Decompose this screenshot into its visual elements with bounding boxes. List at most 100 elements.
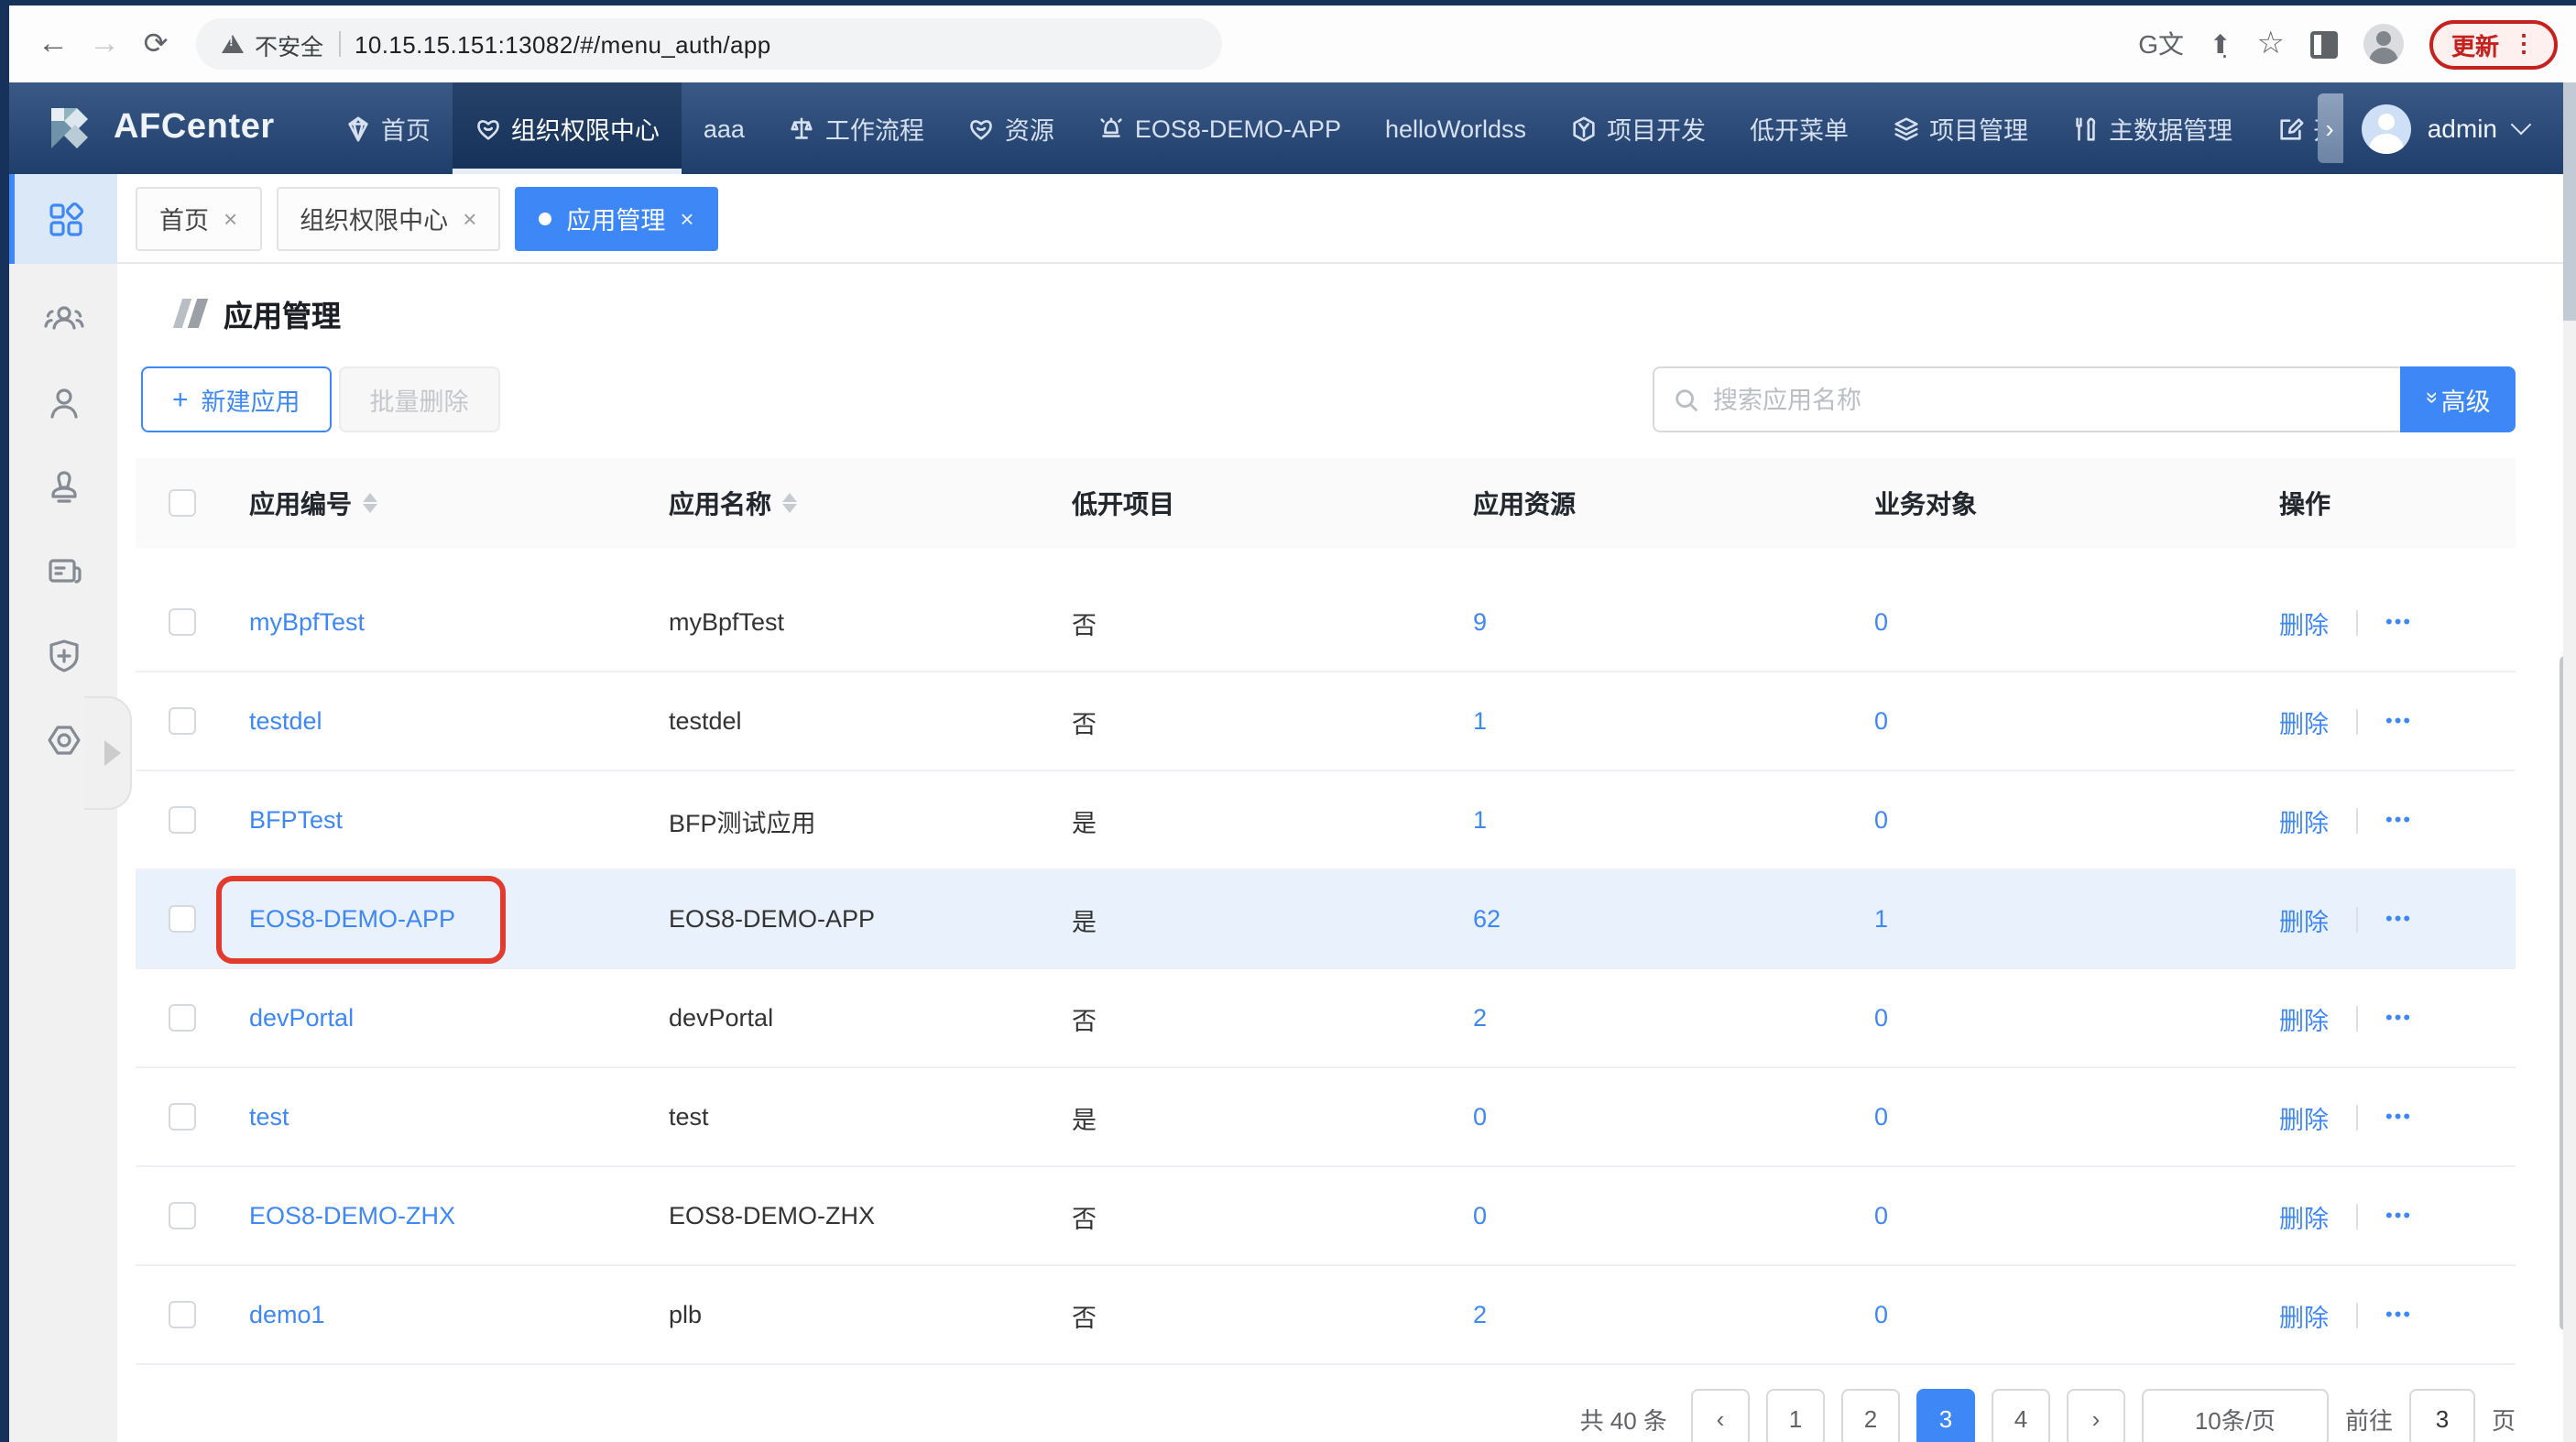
tab-app-management[interactable]: 应用管理 × [515, 186, 717, 250]
window-scrollbar-thumb[interactable] [2563, 82, 2576, 321]
search-input[interactable] [1713, 386, 2382, 413]
more-actions-icon[interactable]: ••• [2385, 1106, 2412, 1128]
row-checkbox[interactable] [168, 1004, 195, 1032]
objects-count-link[interactable]: 0 [1874, 608, 1888, 636]
page-size-select[interactable]: 10条/页 [2142, 1389, 2329, 1442]
sort-icon[interactable] [363, 493, 377, 513]
sidebar-item-news[interactable] [41, 550, 85, 594]
close-icon[interactable]: × [224, 204, 237, 232]
sort-icon[interactable] [782, 493, 797, 513]
resources-count-link[interactable]: 0 [1473, 1103, 1487, 1131]
tab-home[interactable]: 首页 × [136, 186, 261, 250]
delete-link[interactable]: 删除 [2279, 1000, 2329, 1036]
browser-update-button[interactable]: 更新 ⋮ [2429, 19, 2558, 69]
delete-link[interactable]: 删除 [2279, 1098, 2329, 1135]
app-code-link[interactable]: myBpfTest [249, 608, 365, 636]
delete-link[interactable]: 删除 [2279, 1296, 2329, 1333]
tab-org-auth-center[interactable]: 组织权限中心 × [276, 186, 500, 250]
more-actions-icon[interactable]: ••• [2385, 710, 2412, 732]
row-checkbox[interactable] [168, 608, 195, 636]
next-page-button[interactable]: › [2067, 1389, 2125, 1442]
prev-page-button[interactable]: ‹ [1691, 1389, 1750, 1442]
sidebar-item-user[interactable] [41, 381, 85, 425]
close-icon[interactable]: × [680, 204, 693, 232]
app-code-link[interactable]: testdel [249, 707, 322, 735]
objects-count-link[interactable]: 0 [1874, 707, 1888, 735]
sidebar-item-settings[interactable] [41, 718, 85, 762]
delete-link[interactable]: 删除 [2279, 703, 2329, 739]
browser-profile-avatar[interactable] [2363, 24, 2404, 64]
row-checkbox[interactable] [168, 905, 195, 933]
objects-count-link[interactable]: 1 [1874, 905, 1888, 933]
resources-count-link[interactable]: 2 [1473, 1301, 1487, 1328]
objects-count-link[interactable]: 0 [1874, 1202, 1888, 1229]
nav-item-workflow[interactable]: 工作流程 [767, 82, 946, 174]
resources-count-link[interactable]: 62 [1473, 905, 1501, 933]
nav-overflow-chevron-icon[interactable]: › [2317, 93, 2342, 163]
advanced-search-button[interactable]: « 高级 [2400, 366, 2516, 432]
row-checkbox[interactable] [168, 707, 195, 735]
sidebar-item-org-group[interactable] [41, 297, 85, 341]
resources-count-link[interactable]: 9 [1473, 608, 1487, 636]
more-actions-icon[interactable]: ••• [2385, 1304, 2412, 1326]
goto-page-input[interactable] [2409, 1389, 2475, 1442]
more-actions-icon[interactable]: ••• [2385, 908, 2412, 930]
app-code-link[interactable]: EOS8-DEMO-ZHX [249, 1202, 455, 1229]
bookmark-star-icon[interactable]: ☆ [2256, 26, 2285, 62]
translate-icon[interactable]: G文 [2138, 26, 2184, 62]
resources-count-link[interactable]: 2 [1473, 1004, 1487, 1032]
nav-item-truncated[interactable]: 开 [2254, 82, 2317, 174]
delete-link[interactable]: 删除 [2279, 604, 2329, 640]
select-all-checkbox[interactable] [168, 489, 195, 517]
more-actions-icon[interactable]: ••• [2385, 611, 2412, 633]
sidebar-item-apps[interactable] [9, 174, 117, 264]
sidebar-expand-handle[interactable] [84, 696, 132, 810]
brand[interactable]: AFCenter [9, 82, 322, 174]
sidebar-item-shield-add[interactable] [41, 634, 85, 678]
share-icon[interactable]: ⬆̣ [2210, 28, 2231, 60]
app-code-link[interactable]: devPortal [249, 1004, 354, 1032]
page-button-4[interactable]: 4 [1992, 1389, 2050, 1442]
reload-icon[interactable]: ⟳ [130, 26, 181, 62]
nav-item-master-data[interactable]: 主数据管理 [2050, 82, 2254, 174]
nav-item-eos8-demo-app[interactable]: EOS8-DEMO-APP [1076, 82, 1363, 174]
more-actions-icon[interactable]: ••• [2385, 809, 2412, 831]
row-checkbox[interactable] [168, 1103, 195, 1131]
side-panel-icon[interactable] [2310, 30, 2338, 58]
browser-menu-icon[interactable]: ⋮ [2512, 29, 2536, 59]
nav-item-home[interactable]: 首页 [322, 82, 453, 174]
objects-count-link[interactable]: 0 [1874, 1004, 1888, 1032]
app-code-link[interactable]: BFPTest [249, 806, 343, 834]
back-icon[interactable]: ← [27, 26, 79, 62]
delete-link[interactable]: 删除 [2279, 901, 2329, 937]
delete-link[interactable]: 删除 [2279, 1197, 2329, 1234]
nav-item-helloworldss[interactable]: helloWorldss [1363, 82, 1548, 174]
resources-count-link[interactable]: 0 [1473, 1202, 1487, 1229]
more-actions-icon[interactable]: ••• [2385, 1007, 2412, 1029]
close-icon[interactable]: × [463, 204, 476, 232]
nav-item-org-auth-center[interactable]: 组织权限中心 [453, 82, 682, 174]
nav-item-lowcode-menu[interactable]: 低开菜单 [1728, 82, 1871, 174]
app-code-link[interactable]: test [249, 1103, 289, 1131]
forward-icon[interactable]: → [79, 26, 130, 62]
page-button-1[interactable]: 1 [1766, 1389, 1825, 1442]
objects-count-link[interactable]: 0 [1874, 806, 1888, 834]
nav-item-project-mgmt[interactable]: 项目管理 [1871, 82, 2050, 174]
new-app-button[interactable]: + 新建应用 [141, 366, 332, 432]
nav-item-aaa[interactable]: aaa [682, 82, 767, 174]
sidebar-item-stamp[interactable] [41, 465, 85, 509]
col-app-code[interactable]: 应用编号 [227, 485, 647, 521]
batch-delete-button[interactable]: 批量删除 [339, 366, 500, 432]
row-checkbox[interactable] [168, 1301, 195, 1328]
delete-link[interactable]: 删除 [2279, 802, 2329, 838]
page-button-3-active[interactable]: 3 [1916, 1389, 1975, 1442]
resources-count-link[interactable]: 1 [1473, 806, 1487, 834]
row-checkbox[interactable] [168, 806, 195, 834]
nav-item-project-dev[interactable]: 项目开发 [1548, 82, 1728, 174]
more-actions-icon[interactable]: ••• [2385, 1205, 2412, 1227]
row-checkbox[interactable] [168, 1202, 195, 1229]
objects-count-link[interactable]: 0 [1874, 1103, 1888, 1131]
col-app-name[interactable]: 应用名称 [647, 485, 1050, 521]
nav-item-resources[interactable]: 资源 [946, 82, 1076, 174]
user-menu[interactable]: admin [2343, 82, 2576, 174]
